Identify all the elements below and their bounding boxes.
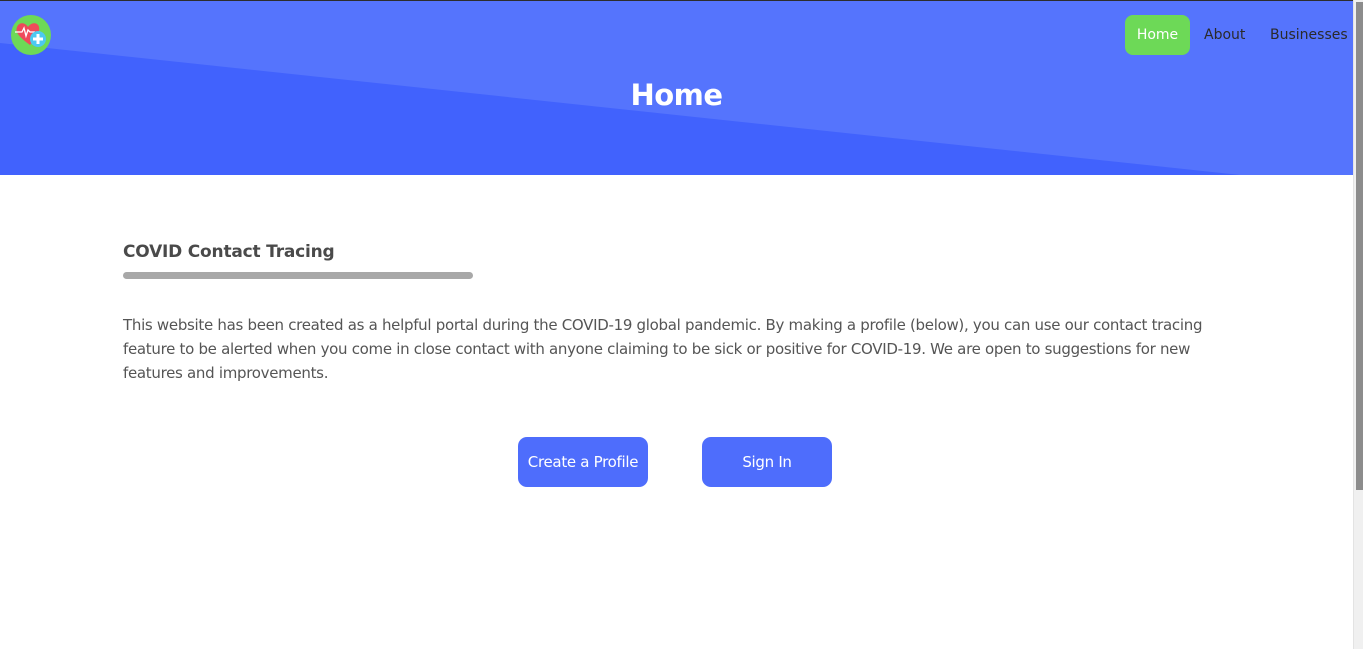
- scrollbar-thumb[interactable]: [1356, 2, 1363, 490]
- vertical-scrollbar[interactable]: [1353, 0, 1363, 649]
- create-profile-button[interactable]: Create a Profile: [518, 437, 648, 487]
- nav-home[interactable]: Home: [1125, 15, 1190, 55]
- intro-paragraph: This website has been created as a helpf…: [123, 316, 1203, 382]
- logo[interactable]: [11, 15, 51, 55]
- page: Home About Businesses Home COVID Contact…: [0, 0, 1363, 649]
- heading-underline: [123, 272, 473, 279]
- nav-about[interactable]: About: [1204, 15, 1245, 55]
- page-title: Home: [630, 78, 723, 112]
- nav-businesses[interactable]: Businesses: [1270, 15, 1348, 55]
- heart-pulse-plus-icon: [11, 15, 51, 55]
- sign-in-button[interactable]: Sign In: [702, 437, 832, 487]
- section-heading: COVID Contact Tracing: [123, 242, 335, 262]
